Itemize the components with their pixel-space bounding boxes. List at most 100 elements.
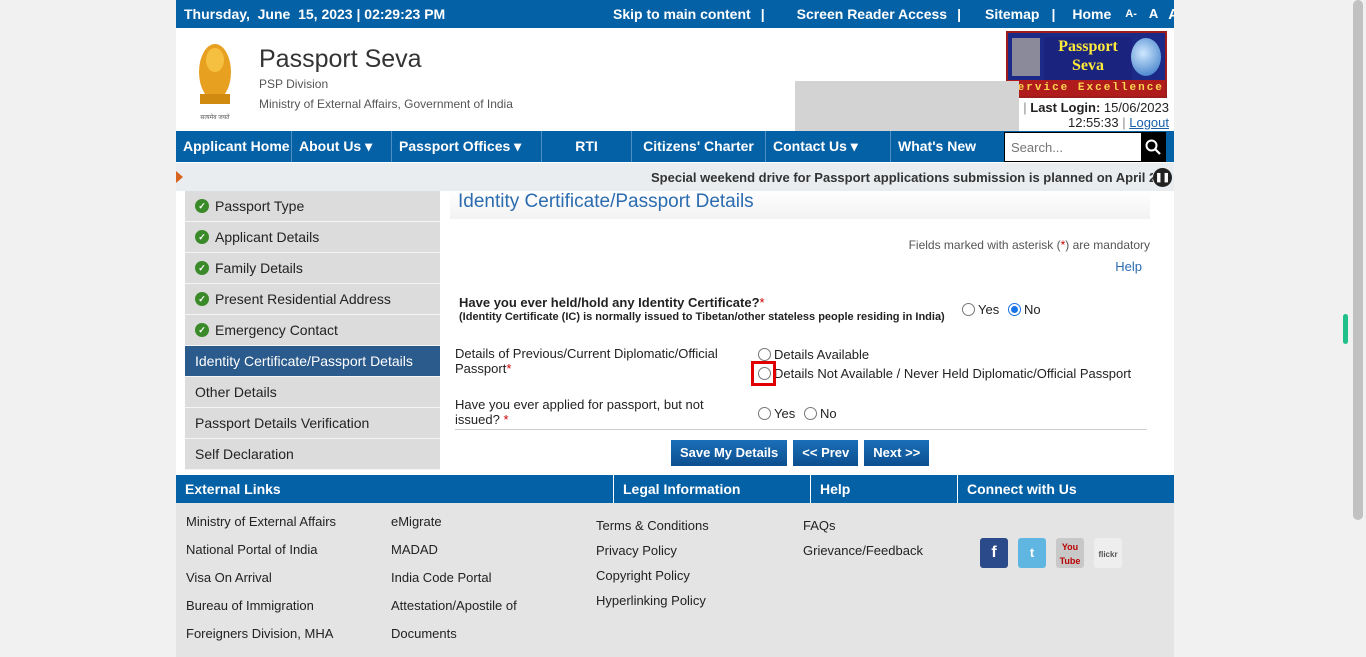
footer-link[interactable]: Terms & Conditions (596, 518, 709, 533)
scrollbar[interactable] (1350, 0, 1366, 657)
nav-contact-us[interactable]: Contact Us ▾ (766, 131, 891, 162)
feedback-tab[interactable] (1343, 314, 1348, 344)
font-small-button[interactable]: A- (1125, 8, 1137, 23)
footer-link[interactable]: MADAD (391, 542, 438, 557)
last-login-label: Last Login: (1030, 100, 1101, 115)
search-icon[interactable] (1141, 133, 1165, 161)
sidebar-item-self-declaration[interactable]: Self Declaration (185, 439, 440, 470)
division: PSP Division (259, 77, 329, 91)
footer-link[interactable]: Ministry of External Affairs (186, 514, 336, 529)
footer-link[interactable]: FAQs (803, 518, 836, 533)
footer-link[interactable]: Copyright Policy (596, 568, 690, 583)
sidebar-item-emergency-contact[interactable]: ✓ Emergency Contact (185, 315, 440, 346)
sidebar-item-label: Present Residential Address (215, 291, 391, 307)
form-content: Identity Certificate/Passport Details Fi… (450, 191, 1150, 471)
separator: | (1051, 6, 1056, 22)
mandatory-note: Fields marked with asterisk (*) are mand… (908, 238, 1150, 252)
footer-link[interactable]: India Code Portal (391, 570, 491, 585)
separator: | (957, 6, 961, 22)
sidebar-item-passport-type[interactable]: ✓ Passport Type (185, 191, 440, 222)
help-link[interactable]: Help (1115, 259, 1142, 274)
search-input[interactable] (1005, 133, 1141, 161)
nav-passport-offices[interactable]: Passport Offices ▾ (392, 131, 542, 162)
page-title: Identity Certificate/Passport Details (450, 191, 1150, 219)
footer-header: External Links Legal Information Help Co… (176, 475, 1174, 503)
footer-body: Ministry of External Affairs National Po… (176, 503, 1174, 657)
sidebar-item-label: Passport Details Verification (195, 415, 370, 431)
sidebar-item-present-address[interactable]: ✓ Present Residential Address (185, 284, 440, 315)
footer-heading-connect: Connect with Us (957, 475, 1077, 503)
save-button[interactable]: Save My Details (671, 440, 788, 466)
q2-details-not-available-radio[interactable]: Details Not Available / Never Held Diplo… (758, 366, 1131, 381)
q2-details-available-radio[interactable]: Details Available (758, 347, 869, 362)
check-icon: ✓ (195, 261, 209, 275)
page: Thursday, June 15, 2023 | 02:29:23 PM Sk… (176, 0, 1174, 657)
redacted-area (795, 81, 1019, 133)
top-bar: Thursday, June 15, 2023 | 02:29:23 PM Sk… (176, 0, 1174, 28)
nav-applicant-home[interactable]: Applicant Home (176, 131, 292, 162)
last-login-time: 12:55:33 (1067, 115, 1119, 130)
facebook-icon[interactable]: f (980, 538, 1008, 568)
font-large-button[interactable]: A+ (1168, 6, 1174, 23)
logo-text: Passport Seva (1044, 37, 1132, 81)
sidebar-item-label: Passport Type (215, 198, 305, 214)
footer-link[interactable]: Privacy Policy (596, 543, 677, 558)
q3-no-radio[interactable]: No (804, 406, 837, 421)
sidebar-item-other-details[interactable]: Other Details (185, 377, 440, 408)
header: सत्यमेव जयते Passport Seva PSP Division … (176, 28, 1174, 133)
check-icon: ✓ (195, 323, 209, 337)
pause-icon[interactable]: ❚❚ (1153, 168, 1172, 187)
sidebar-item-applicant-details[interactable]: ✓ Applicant Details (185, 222, 440, 253)
twitter-icon[interactable]: t (1018, 538, 1046, 568)
home-link[interactable]: Home (1072, 6, 1111, 23)
q3-yes-radio[interactable]: Yes (758, 406, 795, 421)
sidebar-item-passport-verification[interactable]: Passport Details Verification (185, 408, 440, 439)
footer-heading-help: Help (810, 475, 850, 503)
q1-yes-radio[interactable]: Yes (962, 302, 999, 317)
logo-band: Service Excellence (1008, 80, 1165, 96)
sidebar-item-label: Other Details (195, 384, 277, 400)
footer-link[interactable]: Documents (391, 626, 457, 641)
last-login-date: 15/06/2023 (1103, 100, 1169, 115)
logout-link[interactable]: Logout (1129, 115, 1169, 130)
separator: | (760, 6, 765, 22)
check-icon: ✓ (195, 199, 209, 213)
highlight-box (751, 361, 776, 386)
skip-link[interactable]: Skip to main content (613, 6, 751, 23)
next-button[interactable]: Next >> (864, 440, 930, 466)
q3-label: Have you ever applied for passport, but … (455, 397, 704, 427)
main-nav: Applicant Home About Us ▾ Passport Offic… (176, 131, 1174, 162)
prev-button[interactable]: << Prev (793, 440, 859, 466)
sitemap-link[interactable]: Sitemap (985, 6, 1039, 23)
sidebar-item-family-details[interactable]: ✓ Family Details (185, 253, 440, 284)
footer-link[interactable]: Attestation/Apostile of (391, 598, 517, 613)
q1-no-radio[interactable]: No (1008, 302, 1041, 317)
nav-whats-new[interactable]: What's New (891, 131, 1001, 162)
q2-label: Details of Previous/Current Diplomatic/O… (455, 346, 718, 376)
emblem-motto: सत्यमेव जयते (200, 113, 230, 121)
flickr-icon[interactable]: flickr (1094, 538, 1122, 568)
footer-link[interactable]: Visa On Arrival (186, 570, 272, 585)
youtube-icon[interactable]: You Tube (1056, 538, 1084, 568)
scrollbar-thumb[interactable] (1353, 0, 1363, 520)
footer-link[interactable]: eMigrate (391, 514, 442, 529)
datetime: Thursday, June 15, 2023 | 02:29:23 PM (184, 6, 446, 22)
font-normal-button[interactable]: A (1149, 6, 1158, 23)
passport-seva-logo: Passport Seva Service Excellence (1006, 31, 1167, 98)
nav-citizens-charter[interactable]: Citizens' Charter (632, 131, 766, 162)
ticker-arrow-icon (176, 171, 183, 183)
footer-link[interactable]: Grievance/Feedback (803, 543, 923, 558)
sidebar-item-identity-certificate[interactable]: Identity Certificate/Passport Details (185, 346, 440, 377)
footer-link[interactable]: Bureau of Immigration (186, 598, 314, 613)
site-title: Passport Seva (259, 45, 422, 73)
footer-link[interactable]: Hyperlinking Policy (596, 593, 706, 608)
check-icon: ✓ (195, 292, 209, 306)
screen-reader-link[interactable]: Screen Reader Access (797, 6, 947, 23)
nav-rti[interactable]: RTI (542, 131, 632, 162)
footer-link[interactable]: Foreigners Division, MHA (186, 626, 333, 641)
sidebar-steps: ✓ Passport Type ✓ Applicant Details ✓ Famil… (185, 191, 440, 470)
nav-about-us[interactable]: About Us ▾ (292, 131, 392, 162)
footer-link[interactable]: National Portal of India (186, 542, 318, 557)
ticker-message[interactable]: Special weekend drive for Passport appli… (651, 170, 1153, 185)
sidebar-item-label: Family Details (215, 260, 303, 276)
